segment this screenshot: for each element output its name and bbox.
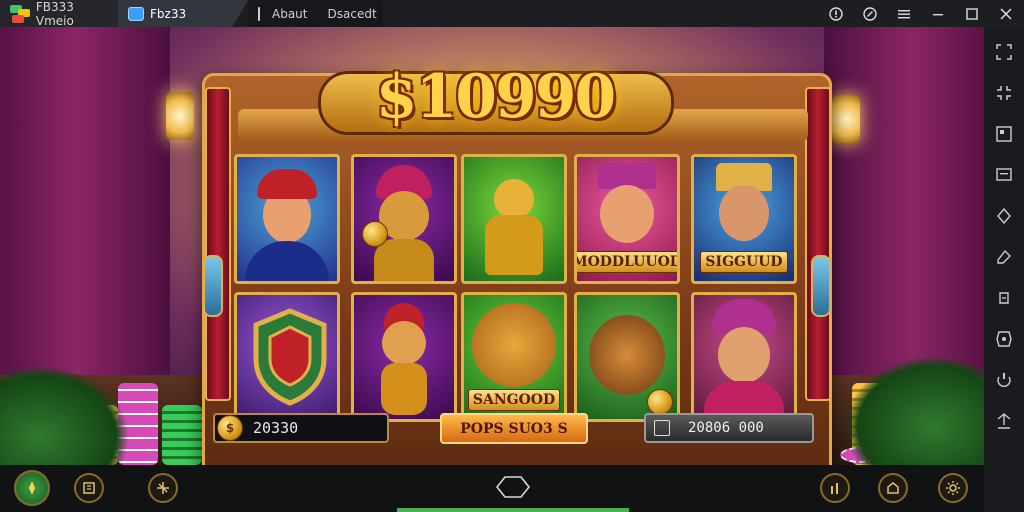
reel-symbol-tiger bbox=[574, 292, 680, 422]
settings-gear-icon[interactable] bbox=[938, 473, 968, 503]
keyboard-map-icon[interactable] bbox=[992, 122, 1016, 146]
screen-icon[interactable] bbox=[992, 163, 1016, 187]
reel-grid: SANGOOD MODDLUUOD SIGGUUD bbox=[234, 154, 800, 424]
shrink-icon[interactable] bbox=[992, 81, 1016, 105]
tab-game-label: Fbz33 bbox=[150, 6, 187, 21]
balance-value: 20330 bbox=[253, 419, 299, 437]
reel-label-sangood: SANGOOD bbox=[467, 389, 561, 411]
king-face-icon bbox=[719, 185, 769, 241]
lantern-right-icon bbox=[832, 95, 860, 143]
monkey-face-icon bbox=[382, 321, 426, 365]
right-pillar bbox=[805, 87, 831, 401]
left-pillar bbox=[205, 87, 231, 401]
tab-game[interactable]: Fbz33 bbox=[118, 0, 248, 27]
reel-symbol-princess: MODDLUUOD bbox=[574, 154, 680, 284]
reel-symbol-lion: SANGOOD bbox=[461, 292, 567, 422]
app-logo-icon bbox=[10, 4, 30, 23]
lantern-left-icon bbox=[166, 92, 194, 140]
left-gem-icon bbox=[203, 255, 223, 317]
tiger-head-icon bbox=[589, 315, 665, 395]
tab-apps-label-b: Dsacedt bbox=[327, 6, 377, 21]
ticket-icon bbox=[654, 420, 670, 436]
lion-head-icon bbox=[472, 303, 556, 387]
maximize-icon[interactable] bbox=[964, 6, 980, 22]
stats-icon[interactable] bbox=[820, 473, 850, 503]
loading-progress-bar bbox=[397, 508, 629, 512]
chip-stack-icon bbox=[162, 405, 202, 465]
shop-icon[interactable] bbox=[878, 473, 908, 503]
menu-icon[interactable] bbox=[896, 6, 912, 22]
balance-panel: $ 20330 bbox=[213, 413, 389, 443]
reel-symbol-golden-monkey bbox=[461, 154, 567, 284]
reel-symbol-queen bbox=[234, 154, 340, 284]
win-panel: 20806 000 bbox=[644, 413, 814, 443]
coin-icon: $ bbox=[217, 415, 243, 441]
home-icon[interactable] bbox=[496, 476, 530, 498]
shield-icon bbox=[253, 308, 327, 406]
jackpot-amount: $10990 bbox=[375, 62, 617, 132]
plant-decoration bbox=[844, 355, 984, 465]
location-icon[interactable] bbox=[992, 204, 1016, 228]
reel-label-moddluuod: MODDLUUOD bbox=[577, 251, 677, 273]
app-tab-label: FB333 Vmeio bbox=[35, 0, 74, 28]
coin-icon bbox=[647, 389, 673, 415]
rotate-icon[interactable] bbox=[992, 286, 1016, 310]
reel-symbol-lady bbox=[691, 292, 797, 422]
app-tab[interactable]: FB333 Vmeio bbox=[0, 0, 118, 28]
import-icon[interactable] bbox=[992, 409, 1016, 433]
minimize-icon[interactable] bbox=[930, 6, 946, 22]
golden-monkey-icon bbox=[494, 179, 534, 219]
bottom-nav-bar bbox=[0, 465, 984, 512]
princess-face-icon bbox=[600, 185, 654, 243]
reel-symbol-monkey bbox=[351, 292, 457, 422]
lady-face-icon bbox=[718, 327, 770, 383]
eraser-icon[interactable] bbox=[992, 245, 1016, 269]
fullscreen-icon[interactable] bbox=[992, 40, 1016, 64]
plant-decoration bbox=[0, 365, 130, 465]
tab-apps[interactable]: Abaut Dsacedt bbox=[248, 0, 383, 27]
game-viewport[interactable]: $10990 SANGOOD MODDLUUOD SIGGUUD $ 20330… bbox=[0, 27, 984, 465]
coin-icon bbox=[362, 221, 388, 247]
menu-book-icon[interactable] bbox=[74, 473, 104, 503]
spin-button[interactable]: POPS SUO3 S bbox=[440, 413, 588, 444]
window-title-bar: FB333 Vmeio Fbz33 Abaut Dsacedt bbox=[0, 0, 1024, 28]
tab-apps-label-a: Abaut bbox=[272, 6, 308, 21]
spin-settings-icon[interactable] bbox=[148, 473, 178, 503]
avatar-icon[interactable] bbox=[14, 470, 50, 506]
close-icon[interactable] bbox=[998, 6, 1014, 22]
game-tab-icon bbox=[128, 6, 144, 21]
right-gem-icon bbox=[811, 255, 831, 317]
reel-symbol-king: SIGGUUD bbox=[691, 154, 797, 284]
gamepad-icon[interactable] bbox=[992, 327, 1016, 351]
account-icon[interactable] bbox=[862, 6, 878, 22]
reel-symbol-monkey-king bbox=[351, 154, 457, 284]
win-value: 20806 000 bbox=[688, 420, 764, 436]
apps-icon bbox=[258, 6, 260, 21]
reel-label-sigguud: SIGGUUD bbox=[700, 251, 788, 273]
macro-icon[interactable] bbox=[992, 368, 1016, 392]
emulator-sidebar bbox=[984, 27, 1024, 512]
help-icon[interactable] bbox=[828, 6, 844, 22]
reel-symbol-shield bbox=[234, 292, 340, 422]
